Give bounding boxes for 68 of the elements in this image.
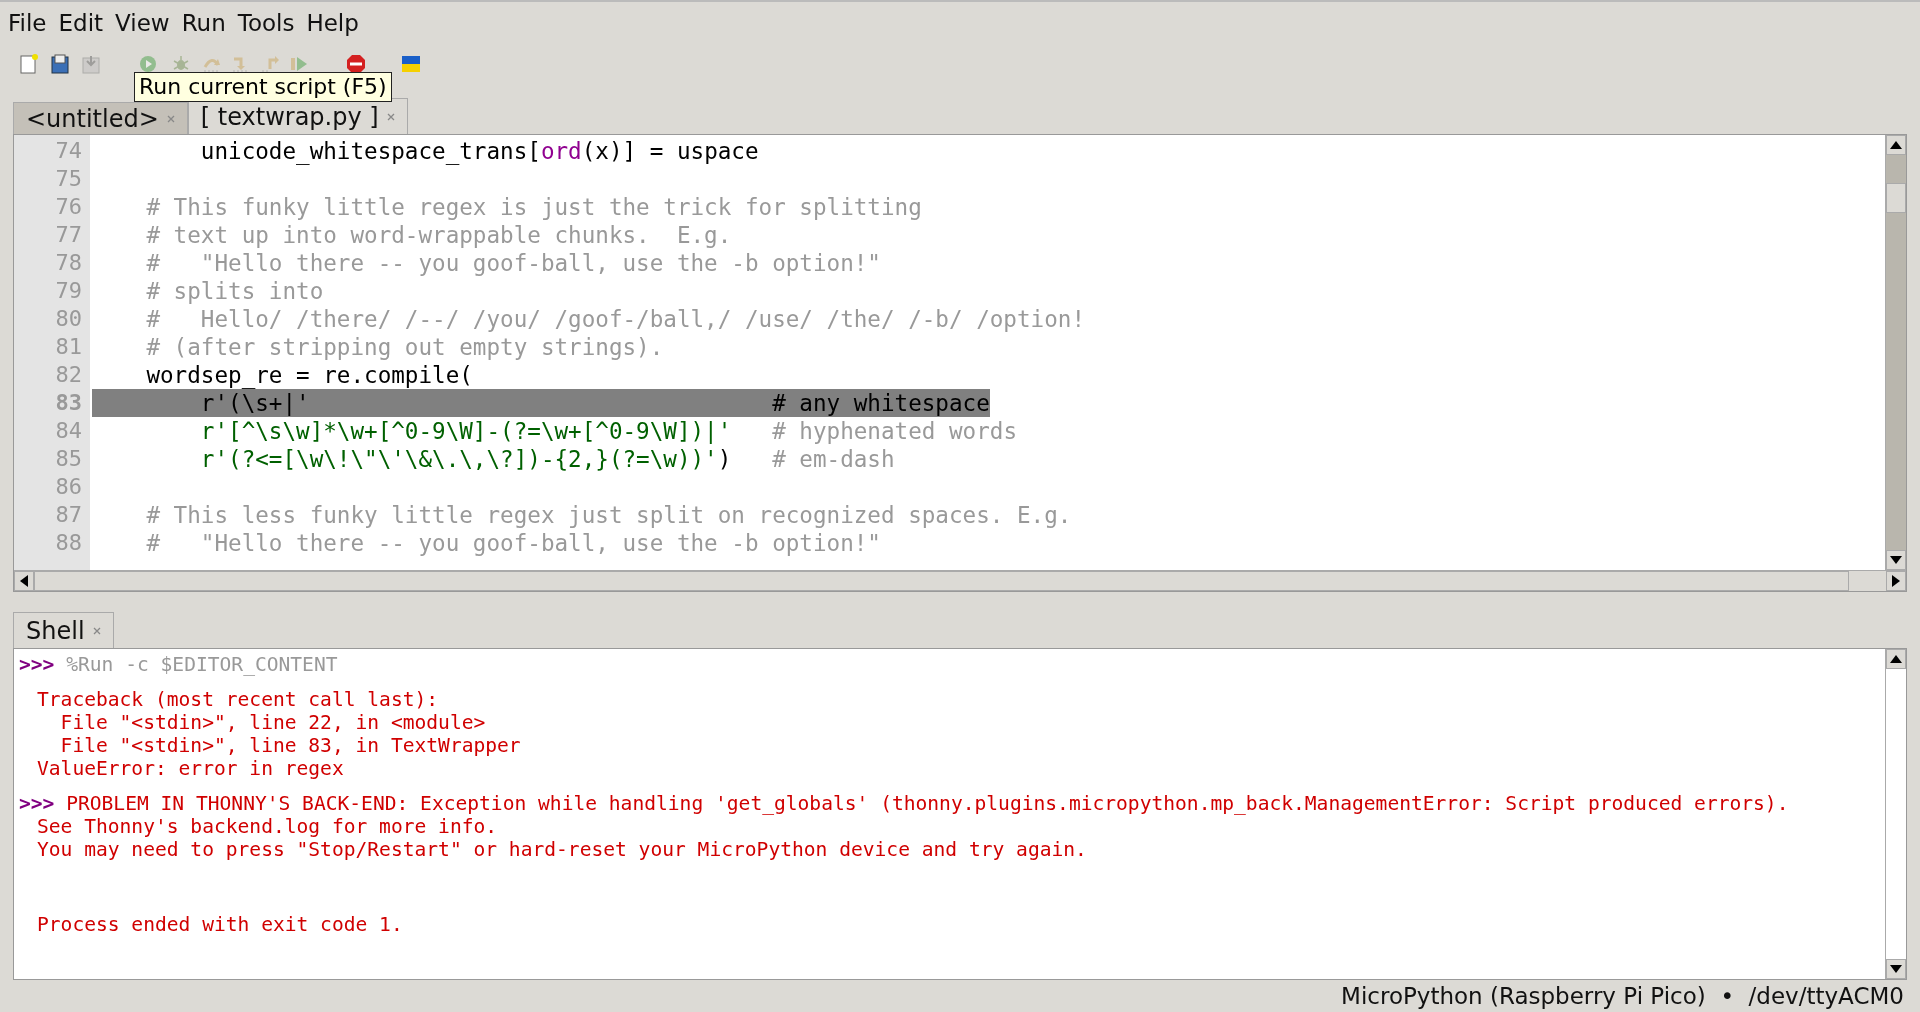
horizontal-scrollbar[interactable] (14, 570, 1906, 591)
tab-label: [ textwrap.py ] (200, 102, 379, 131)
status-text: MicroPython (Raspberry Pi Pico) • /dev/ttyACM0 (1341, 983, 1904, 1009)
new-file-icon[interactable] (19, 54, 38, 74)
line-number: 74 (55, 138, 82, 163)
menu-item[interactable]: View (111, 10, 178, 36)
line-number: 82 (55, 362, 82, 387)
code-line: # "Hello there -- you goof-ball, use the -b option!" (145, 529, 881, 557)
menu-item[interactable]: Edit (54, 10, 112, 36)
line-number: 78 (55, 250, 82, 275)
flag-icon[interactable] (401, 56, 420, 72)
line-number: 80 (55, 306, 82, 331)
line-number: 76 (55, 194, 82, 219)
line-number: 84 (55, 418, 82, 443)
shell-prompt: >>> (19, 792, 55, 815)
line-number: 81 (55, 334, 82, 359)
code-line: # splits into (145, 277, 324, 305)
code-line: r'[^\s\w]*\w+[^0-9\W]-(?=\w+[^0-9\W])|' # hyphenated words (199, 417, 1017, 445)
menu-item[interactable]: Tools (233, 10, 303, 36)
code-line: wordsep_re = re.compile( (145, 361, 473, 389)
save-icon[interactable] (50, 54, 69, 74)
error-text: Traceback (most recent call last): (37, 688, 439, 711)
menu-item[interactable]: Run (177, 10, 234, 36)
close-icon[interactable] (92, 626, 101, 635)
line-number: 88 (55, 530, 82, 555)
shell-command: %Run -c $EDITOR_CONTENT (66, 653, 338, 676)
scrollbar-thumb[interactable] (1886, 183, 1906, 213)
code-line: r'(?<=[\w\!\"\'\&\.\,\?])-{2,}(?=\w))') # em-dash (199, 445, 895, 473)
scroll-down-icon[interactable] (1890, 556, 1902, 564)
shell-prompt: >>> (19, 653, 55, 676)
vertical-scrollbar[interactable] (1885, 135, 1906, 570)
code-line: # This less funky little regex just split on recognized spaces. E.g. (145, 501, 1072, 529)
line-number: 86 (55, 474, 82, 499)
error-text: Process ended with exit code 1. (37, 913, 403, 936)
code-line: unicode_whitespace_trans[ord(x)] = uspace (199, 137, 759, 165)
scroll-right-icon[interactable] (1892, 575, 1900, 587)
menu-item[interactable]: File (4, 10, 55, 36)
tab-label: <untitled> (26, 104, 159, 133)
error-text: You may need to press "Stop/Restart" or hard-reset your MicroPython device and try again. (37, 838, 1087, 861)
code-editor[interactable] (13, 134, 1907, 592)
scroll-left-icon[interactable] (20, 575, 28, 587)
tab-label: Shell (26, 616, 85, 645)
error-text: File "<stdin>", line 22, in <module> (59, 711, 486, 734)
tooltip: Run current script (F5) (134, 72, 392, 102)
menu-item[interactable]: Help (302, 10, 367, 36)
code-line: # Hello/ /there/ /--/ /you/ /goof-/ball,/ /use/ /the/ /-b/ /option! (145, 305, 1085, 333)
error-text: ValueError: error in regex (37, 757, 344, 780)
scroll-up-icon[interactable] (1890, 141, 1902, 149)
line-number: 87 (55, 502, 82, 527)
line-number: 85 (55, 446, 82, 471)
line-number: 75 (55, 166, 82, 191)
editor-tab[interactable]: <untitled> (13, 102, 188, 134)
scroll-up-icon[interactable] (1890, 655, 1902, 663)
error-text: File "<stdin>", line 83, in TextWrapper (59, 734, 521, 757)
stop-icon[interactable] (345, 54, 366, 74)
error-text: See Thonny's backend.log for more info. (37, 815, 498, 838)
line-number: 77 (55, 222, 82, 247)
error-text: PROBLEM IN THONNY'S BACK-END: Exception while handling 'get_globals' (thonny.plugins.micropython.mp_back.ManagementError: Script produced errors). (66, 792, 1789, 815)
line-number: 79 (55, 278, 82, 303)
close-icon[interactable] (386, 112, 395, 121)
line-number: 83 (55, 390, 82, 415)
code-line: # "Hello there -- you goof-ball, use the -b option!" (145, 249, 881, 277)
code-line: # (after stripping out empty strings). (145, 333, 664, 361)
code-line: # text up into word-wrappable chunks. E.g. (145, 221, 732, 249)
scroll-down-icon[interactable] (1890, 965, 1902, 973)
code-line: # This funky little regex is just the trick for splitting (145, 193, 922, 221)
vertical-scrollbar[interactable] (1885, 649, 1906, 979)
shell-tab[interactable]: Shell (13, 612, 114, 648)
